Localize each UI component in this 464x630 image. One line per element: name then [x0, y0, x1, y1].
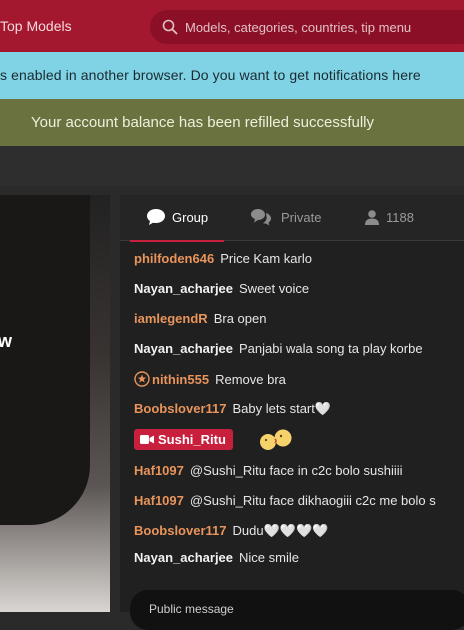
video-frame-dark-area — [0, 195, 90, 525]
private-chat-icon — [251, 209, 271, 226]
chat-username[interactable]: Nayan_acharjee — [134, 550, 233, 565]
chat-message-model: Sushi_Ritu — [134, 428, 297, 452]
tab-group-label: Group — [172, 210, 209, 225]
chat-username[interactable]: Haf1097 — [134, 463, 184, 478]
chat-username[interactable]: iamlegendR — [134, 311, 208, 326]
chat-text: Baby lets start🤍 — [232, 401, 332, 416]
toolbar-band — [0, 146, 464, 186]
chat-username[interactable]: Boobslover117 — [134, 523, 227, 538]
tab-group[interactable]: Group — [130, 195, 224, 242]
top-header: Top Models Models, categories, countries… — [0, 0, 464, 52]
kiss-emoji-icon — [259, 429, 292, 450]
chat-username[interactable]: nithin555 — [152, 372, 209, 387]
tab-private[interactable]: Private — [248, 195, 338, 240]
chat-message: nithin555 Remove bra — [134, 371, 286, 387]
chat-text: Panjabi wala song ta play korbe — [239, 341, 423, 356]
input-placeholder: Public message — [149, 602, 234, 616]
chat-panel: Group Private 1188 philfoden646 Price Kam… — [120, 195, 464, 630]
chat-text: Dudu🤍🤍🤍🤍 — [232, 523, 329, 538]
chat-message: Nayan_acharjee Sweet voice — [134, 281, 309, 296]
chat-message: Boobslover117 Dudu🤍🤍🤍🤍 — [134, 523, 328, 539]
success-banner: Your account balance has been refilled s… — [0, 99, 464, 146]
chat-text: Bra open — [213, 311, 267, 326]
tab-users[interactable]: 1188 — [362, 195, 422, 240]
search-icon — [162, 19, 178, 35]
chat-message: Haf1097 @Sushi_Ritu face in c2c bolo sush… — [134, 463, 403, 478]
chat-username[interactable]: Boobslover117 — [134, 401, 227, 416]
chat-username[interactable]: Haf1097 — [134, 493, 184, 508]
chat-message: Nayan_acharjee Nice smile — [134, 550, 299, 565]
chat-bubble-icon — [147, 209, 165, 225]
video-stream[interactable]: w — [0, 195, 110, 612]
notification-text: s enabled in another browser. Do you wan… — [0, 67, 421, 83]
video-overlay-text: w — [0, 331, 13, 351]
user-icon — [365, 210, 379, 225]
chat-message: Boobslover117 Baby lets start🤍 — [134, 401, 331, 417]
chat-username[interactable]: philfoden646 — [134, 251, 214, 266]
chat-username[interactable]: Nayan_acharjee — [134, 341, 233, 356]
chat-text: Nice smile — [239, 550, 299, 565]
chat-message: Nayan_acharjee Panjabi wala song ta play … — [134, 341, 423, 356]
chat-text: @Sushi_Ritu face dikhaogiii c2c me bolo … — [189, 493, 436, 508]
success-text: Your account balance has been refilled s… — [31, 114, 374, 131]
chat-text: Sweet voice — [239, 281, 310, 296]
chat-message: philfoden646 Price Kam karlo — [134, 251, 312, 266]
tab-private-label: Private — [281, 210, 322, 225]
chat-tabs: Group Private 1188 — [120, 195, 464, 242]
public-message-input[interactable]: Public message — [130, 590, 464, 630]
chat-username[interactable]: Nayan_acharjee — [134, 281, 233, 296]
model-username: Sushi_Ritu — [158, 432, 226, 447]
notification-banner[interactable]: s enabled in another browser. Do you wan… — [0, 52, 464, 99]
chat-message: Haf1097 @Sushi_Ritu face dikhaogiii c2c m… — [134, 493, 436, 508]
camera-icon — [140, 435, 154, 444]
chat-text: Price Kam karlo — [220, 251, 312, 266]
search-placeholder: Models, categories, countries, tip menu — [185, 20, 412, 35]
star-badge-icon — [134, 371, 150, 387]
search-bar[interactable]: Models, categories, countries, tip menu — [150, 10, 464, 44]
users-count: 1188 — [386, 210, 414, 225]
chat-text: @Sushi_Ritu face in c2c bolo sushiiii — [189, 463, 403, 478]
model-badge[interactable]: Sushi_Ritu — [134, 429, 233, 450]
chat-text: Remove bra — [215, 372, 286, 387]
top-models-link[interactable]: Top Models — [0, 18, 72, 34]
chat-message: iamlegendR Bra open — [134, 311, 266, 326]
